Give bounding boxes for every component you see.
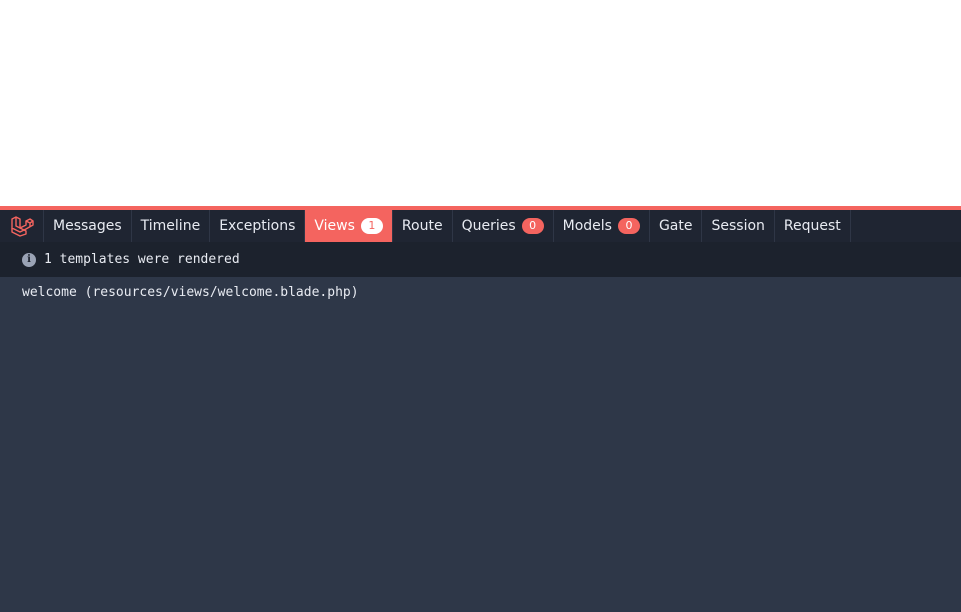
tab-label: Session	[711, 218, 765, 234]
tab-route[interactable]: Route	[393, 210, 453, 242]
page-content-area	[0, 0, 961, 206]
tab-timeline[interactable]: Timeline	[132, 210, 211, 242]
tab-label: Timeline	[140, 218, 201, 234]
count-badge: 0	[617, 218, 640, 234]
count-badge: 0	[521, 218, 544, 234]
tab-label: Gate	[658, 218, 693, 234]
status-text: 1 templates were rendered	[44, 252, 240, 267]
tab-views[interactable]: Views 1	[305, 210, 393, 242]
tab-label: Exceptions	[219, 218, 296, 234]
tab-session[interactable]: Session	[702, 210, 775, 242]
views-status-header: i 1 templates were rendered	[0, 242, 961, 277]
views-list: welcome (resources/views/welcome.blade.p…	[0, 277, 961, 309]
laravel-logo-icon[interactable]	[0, 210, 44, 242]
list-item[interactable]: welcome (resources/views/welcome.blade.p…	[22, 285, 939, 301]
tab-label: Views	[314, 218, 355, 234]
tab-label: Queries	[461, 218, 516, 234]
debugbar-tabbar: Messages Timeline Exceptions Views 1 Rou…	[0, 210, 961, 242]
debugbar: Messages Timeline Exceptions Views 1 Rou…	[0, 206, 961, 612]
tab-label: Messages	[53, 218, 122, 234]
count-badge: 1	[360, 218, 383, 234]
tab-label: Request	[783, 218, 841, 234]
tab-request[interactable]: Request	[775, 210, 851, 242]
tab-queries[interactable]: Queries 0	[453, 210, 554, 242]
info-icon: i	[22, 252, 36, 267]
tab-label: Models	[562, 218, 612, 234]
tab-gate[interactable]: Gate	[650, 210, 703, 242]
tab-exceptions[interactable]: Exceptions	[210, 210, 306, 242]
tab-label: Route	[401, 218, 443, 234]
tab-messages[interactable]: Messages	[44, 210, 132, 242]
tab-models[interactable]: Models 0	[554, 210, 650, 242]
